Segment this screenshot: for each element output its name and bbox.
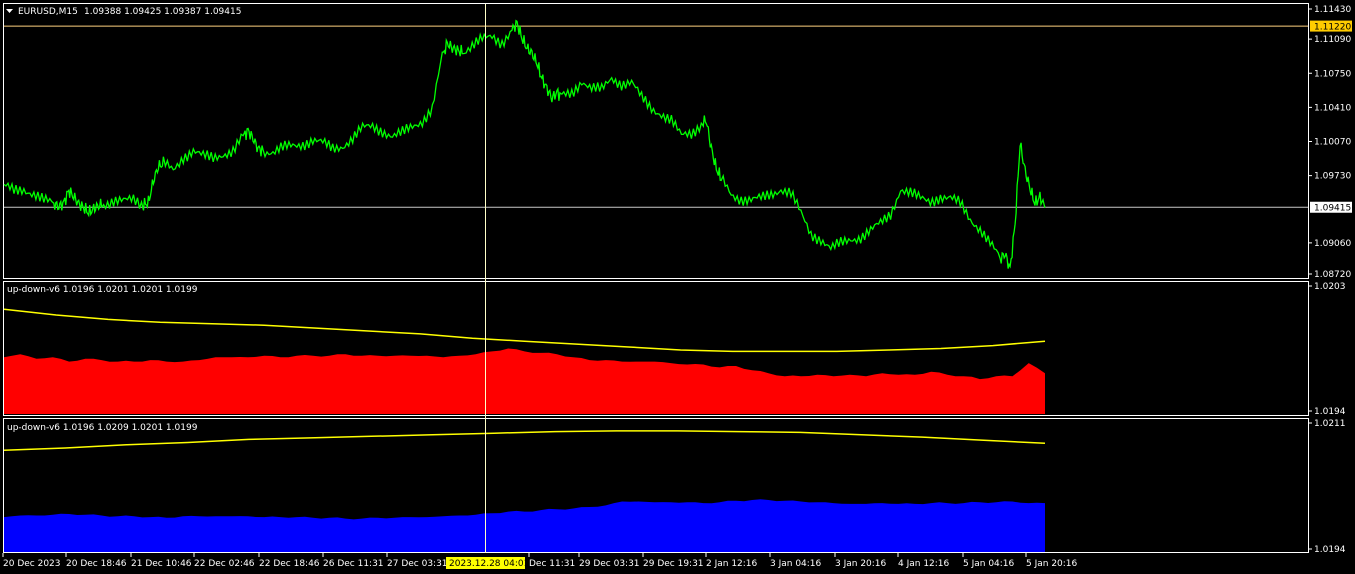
time-axis-label: 21 Dec 10:46 <box>131 559 192 569</box>
y-axis-label: 1.0203 <box>1314 282 1346 292</box>
y-axis-label: 1.11430 <box>1314 5 1351 15</box>
time-axis-label: 3 Jan 20:16 <box>835 559 887 569</box>
indicator-1-axis[interactable]: 1.0203 1.0194 <box>1308 282 1346 417</box>
price-pane[interactable] <box>3 3 1309 279</box>
y-axis-label: 1.0211 <box>1314 419 1346 429</box>
time-axis-label: 20 Dec 18:46 <box>66 559 127 569</box>
time-axis-label: 3 Jan 04:16 <box>770 559 822 569</box>
symbol-label: EURUSD,M15 <box>18 7 78 17</box>
time-axis-label: 29 Dec 03:31 <box>579 559 640 569</box>
time-axis-label: 29 Dec 19:31 <box>643 559 704 569</box>
current-price-text: 1.09415 <box>1314 204 1351 214</box>
price-axis[interactable]: 1.11430 1.11090 1.10750 1.10410 1.10070 1.097… <box>1308 5 1351 280</box>
time-axis-label: 22 Dec 02:46 <box>194 559 255 569</box>
y-axis-label: 1.08720 <box>1314 270 1351 280</box>
crosshair-time-text: 2023.12.28 04:01 <box>449 559 529 569</box>
time-axis-label: 2 Jan 12:16 <box>706 559 758 569</box>
time-axis-label: 5 Jan 04:16 <box>963 559 1015 569</box>
time-axis-label: 26 Dec 11:31 <box>323 559 384 569</box>
ohlc-values: 1.09388 1.09425 1.09387 1.09415 <box>84 7 241 17</box>
time-axis-label: 22 Dec 18:46 <box>259 559 320 569</box>
indicator-2-title: up-down-v6 1.0196 1.0209 1.0201 1.0199 <box>7 423 198 433</box>
marker-price-text: 1.11220 <box>1314 23 1351 33</box>
time-axis-label: 27 Dec 03:31 <box>387 559 448 569</box>
y-axis-label: 1.0194 <box>1314 407 1346 417</box>
time-axis-label: 4 Jan 12:16 <box>898 559 950 569</box>
y-axis-label: 1.10750 <box>1314 69 1351 79</box>
y-axis-label: 1.09060 <box>1314 239 1351 249</box>
y-axis-label: 1.09730 <box>1314 172 1351 182</box>
time-axis-label: Dec 11:31 <box>529 559 575 569</box>
y-axis-label: 1.10070 <box>1314 138 1351 148</box>
time-axis-label: 20 Dec 2023 <box>3 559 61 569</box>
y-axis-label: 1.11090 <box>1314 35 1351 45</box>
y-axis-label: 1.10410 <box>1314 103 1351 113</box>
chart-area[interactable]: EURUSD,M15 1.09388 1.09425 1.09387 1.094… <box>0 0 1355 574</box>
time-axis[interactable]: 20 Dec 2023 20 Dec 18:46 21 Dec 10:46 22 De… <box>2 553 1078 569</box>
y-axis-label: 1.0194 <box>1314 545 1346 555</box>
indicator-1-title: up-down-v6 1.0196 1.0201 1.0201 1.0199 <box>7 285 198 295</box>
indicator-2-axis[interactable]: 1.0211 1.0194 <box>1308 419 1346 555</box>
time-axis-label: 5 Jan 20:16 <box>1026 559 1078 569</box>
